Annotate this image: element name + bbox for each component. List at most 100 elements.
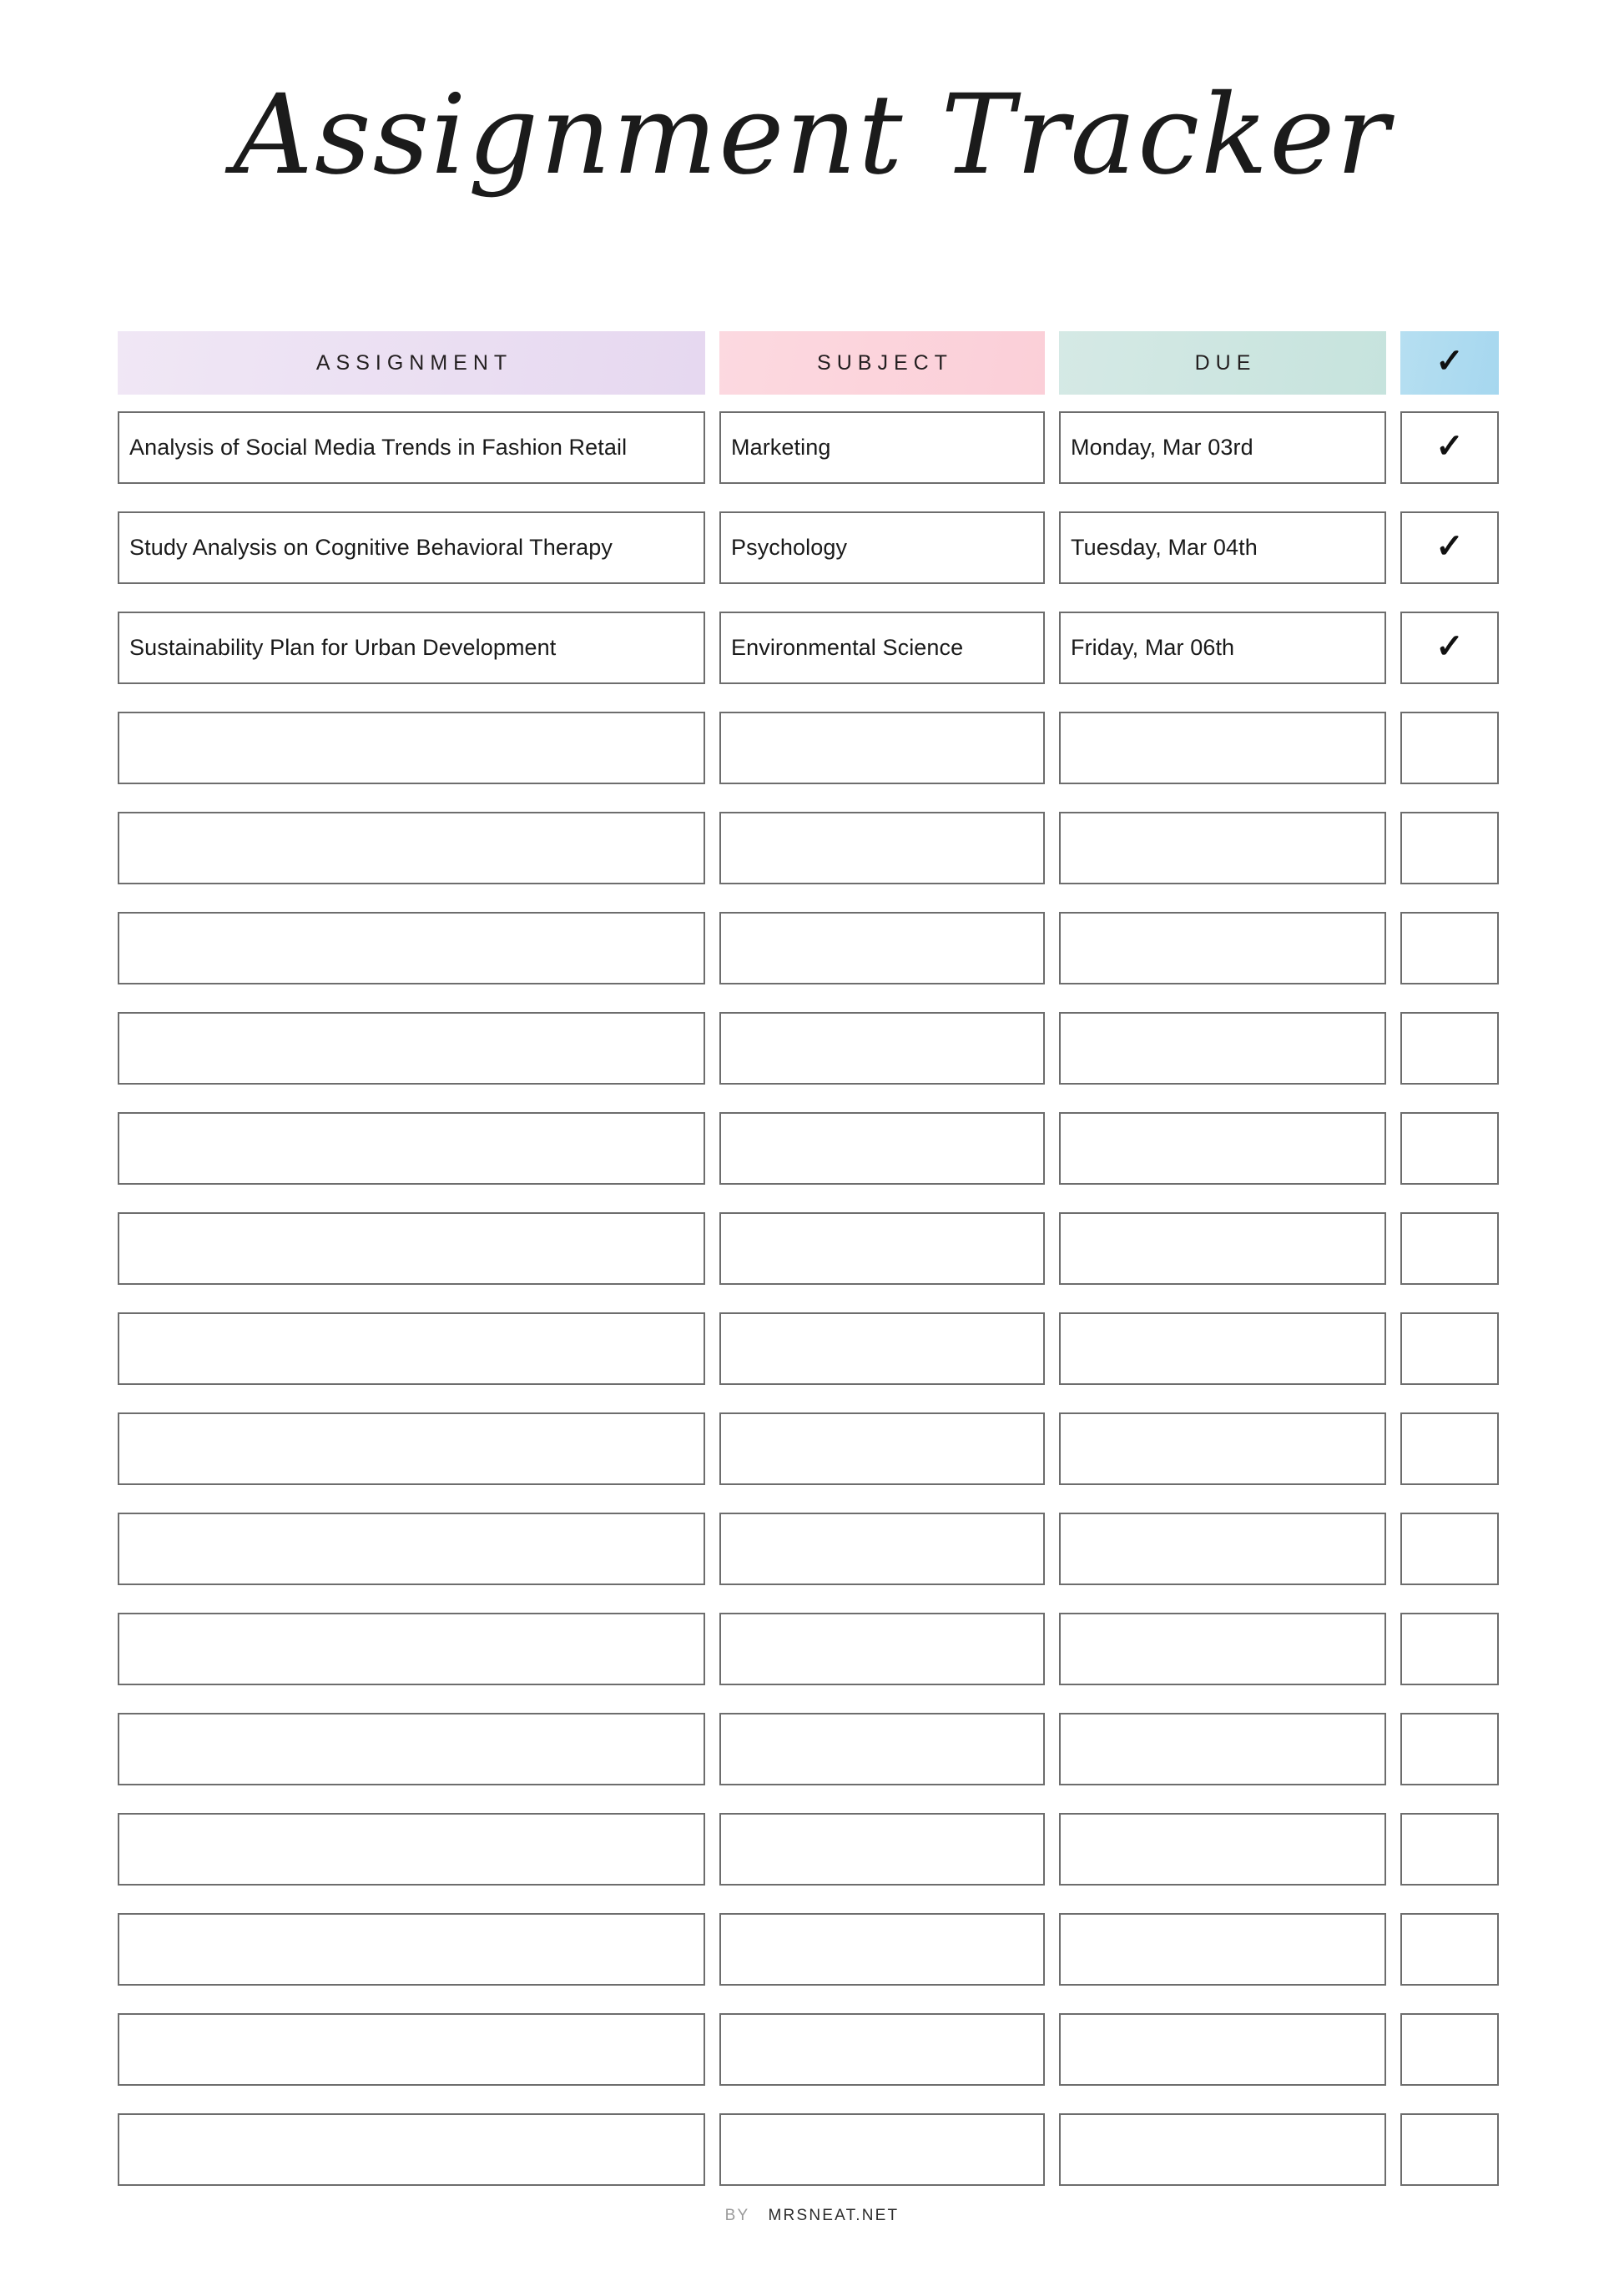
cell-due[interactable]: Monday, Mar 03rd xyxy=(1059,411,1386,484)
cell-done-checkbox[interactable]: ✓ xyxy=(1400,1412,1499,1485)
table-row: ✓ xyxy=(118,1012,1503,1085)
column-header-assignment: ASSIGNMENT xyxy=(118,331,705,395)
cell-done-checkbox[interactable]: ✓ xyxy=(1400,712,1499,784)
cell-due[interactable] xyxy=(1059,912,1386,984)
cell-subject[interactable] xyxy=(719,1513,1045,1585)
table-row: ✓ xyxy=(118,2113,1503,2186)
footer-credit: BY MRSNEAT.NET xyxy=(0,2207,1624,2225)
table-row: Study Analysis on Cognitive Behavioral T… xyxy=(118,511,1503,584)
cell-done-checkbox[interactable]: ✓ xyxy=(1400,1212,1499,1285)
cell-subject[interactable] xyxy=(719,1012,1045,1085)
cell-due[interactable] xyxy=(1059,1312,1386,1385)
cell-assignment[interactable] xyxy=(118,1813,705,1886)
cell-done-checkbox[interactable]: ✓ xyxy=(1400,511,1499,584)
cell-due[interactable]: Tuesday, Mar 04th xyxy=(1059,511,1386,584)
table-row: ✓ xyxy=(118,2013,1503,2086)
cell-done-checkbox[interactable]: ✓ xyxy=(1400,1312,1499,1385)
column-header-subject: SUBJECT xyxy=(719,331,1045,395)
assignment-tracker-table: ASSIGNMENT SUBJECT DUE ✓ Analysis of Soc… xyxy=(118,331,1503,2213)
cell-due[interactable] xyxy=(1059,712,1386,784)
footer-by-label: BY xyxy=(724,2207,750,2224)
table-row: ✓ xyxy=(118,1713,1503,1785)
cell-done-checkbox[interactable]: ✓ xyxy=(1400,1513,1499,1585)
cell-subject[interactable] xyxy=(719,1613,1045,1685)
cell-assignment[interactable]: Sustainability Plan for Urban Developmen… xyxy=(118,612,705,684)
cell-subject[interactable] xyxy=(719,1312,1045,1385)
cell-due[interactable] xyxy=(1059,1212,1386,1285)
table-row: ✓ xyxy=(118,912,1503,984)
table-row: ✓ xyxy=(118,1412,1503,1485)
cell-done-checkbox[interactable]: ✓ xyxy=(1400,612,1499,684)
cell-assignment[interactable]: Analysis of Social Media Trends in Fashi… xyxy=(118,411,705,484)
cell-due[interactable] xyxy=(1059,1513,1386,1585)
cell-subject[interactable] xyxy=(719,712,1045,784)
cell-subject[interactable] xyxy=(719,1212,1045,1285)
table-row: ✓ xyxy=(118,1913,1503,1986)
cell-assignment[interactable] xyxy=(118,1513,705,1585)
cell-subject[interactable] xyxy=(719,1713,1045,1785)
cell-due[interactable] xyxy=(1059,2013,1386,2086)
cell-subject[interactable] xyxy=(719,2113,1045,2186)
cell-subject[interactable] xyxy=(719,812,1045,884)
column-header-due: DUE xyxy=(1059,331,1386,395)
cell-assignment[interactable] xyxy=(118,812,705,884)
cell-done-checkbox[interactable]: ✓ xyxy=(1400,1112,1499,1185)
cell-due[interactable] xyxy=(1059,812,1386,884)
cell-done-checkbox[interactable]: ✓ xyxy=(1400,1613,1499,1685)
cell-due[interactable]: Friday, Mar 06th xyxy=(1059,612,1386,684)
table-row: Sustainability Plan for Urban Developmen… xyxy=(118,612,1503,684)
cell-done-checkbox[interactable]: ✓ xyxy=(1400,2013,1499,2086)
cell-assignment[interactable] xyxy=(118,1613,705,1685)
cell-done-checkbox[interactable]: ✓ xyxy=(1400,1713,1499,1785)
cell-subject[interactable] xyxy=(719,2013,1045,2086)
cell-assignment[interactable] xyxy=(118,912,705,984)
checkmark-icon: ✓ xyxy=(1435,627,1464,665)
cell-due[interactable] xyxy=(1059,1012,1386,1085)
cell-done-checkbox[interactable]: ✓ xyxy=(1400,812,1499,884)
table-row: Analysis of Social Media Trends in Fashi… xyxy=(118,411,1503,484)
table-row: ✓ xyxy=(118,1613,1503,1685)
cell-assignment[interactable] xyxy=(118,1412,705,1485)
cell-subject[interactable]: Marketing xyxy=(719,411,1045,484)
cell-due[interactable] xyxy=(1059,1713,1386,1785)
cell-subject[interactable] xyxy=(719,1112,1045,1185)
cell-done-checkbox[interactable]: ✓ xyxy=(1400,1813,1499,1886)
column-header-done: ✓ xyxy=(1400,331,1499,395)
cell-done-checkbox[interactable]: ✓ xyxy=(1400,411,1499,484)
cell-done-checkbox[interactable]: ✓ xyxy=(1400,912,1499,984)
footer-site-label: MRSNEAT.NET xyxy=(768,2207,900,2224)
table-row: ✓ xyxy=(118,1813,1503,1886)
cell-assignment[interactable] xyxy=(118,1112,705,1185)
table-row: ✓ xyxy=(118,812,1503,884)
cell-subject[interactable]: Psychology xyxy=(719,511,1045,584)
cell-assignment[interactable] xyxy=(118,2113,705,2186)
cell-done-checkbox[interactable]: ✓ xyxy=(1400,1913,1499,1986)
cell-due[interactable] xyxy=(1059,1412,1386,1485)
cell-due[interactable] xyxy=(1059,1112,1386,1185)
cell-assignment[interactable] xyxy=(118,1312,705,1385)
cell-subject[interactable]: Environmental Science xyxy=(719,612,1045,684)
checkmark-icon: ✓ xyxy=(1435,527,1464,565)
cell-assignment[interactable] xyxy=(118,1913,705,1986)
cell-assignment[interactable]: Study Analysis on Cognitive Behavioral T… xyxy=(118,511,705,584)
cell-subject[interactable] xyxy=(719,1412,1045,1485)
cell-assignment[interactable] xyxy=(118,712,705,784)
cell-assignment[interactable] xyxy=(118,1212,705,1285)
cell-subject[interactable] xyxy=(719,1913,1045,1986)
cell-subject[interactable] xyxy=(719,912,1045,984)
checkmark-icon: ✓ xyxy=(1435,427,1464,465)
cell-due[interactable] xyxy=(1059,1813,1386,1886)
cell-assignment[interactable] xyxy=(118,2013,705,2086)
cell-assignment[interactable] xyxy=(118,1012,705,1085)
page-title: Assignment Tracker xyxy=(233,71,1391,199)
table-row: ✓ xyxy=(118,1513,1503,1585)
cell-done-checkbox[interactable]: ✓ xyxy=(1400,2113,1499,2186)
cell-assignment[interactable] xyxy=(118,1713,705,1785)
table-body: Analysis of Social Media Trends in Fashi… xyxy=(118,411,1503,2186)
cell-due[interactable] xyxy=(1059,1613,1386,1685)
cell-subject[interactable] xyxy=(719,1813,1045,1886)
cell-due[interactable] xyxy=(1059,1913,1386,1986)
cell-due[interactable] xyxy=(1059,2113,1386,2186)
cell-done-checkbox[interactable]: ✓ xyxy=(1400,1012,1499,1085)
checkmark-icon: ✓ xyxy=(1435,343,1464,380)
